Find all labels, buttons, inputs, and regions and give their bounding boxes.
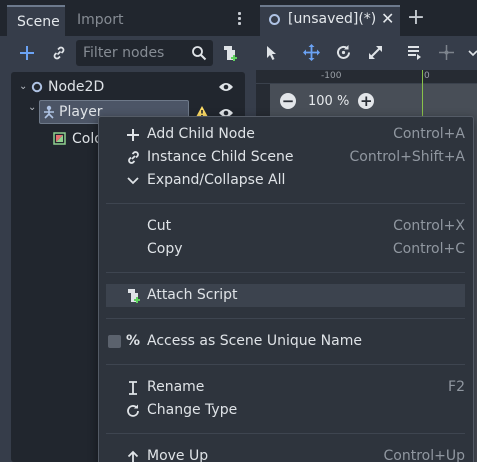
add-node-button[interactable] <box>14 40 40 66</box>
zoom-in-button[interactable]: + <box>358 93 375 109</box>
color-rect-icon <box>53 132 66 145</box>
close-icon[interactable]: ✕ <box>381 9 394 28</box>
menu-item-label: Cut <box>147 218 172 234</box>
menu-item-shortcut: Control+Shift+A <box>349 149 465 165</box>
filter-nodes-input[interactable] <box>83 40 187 66</box>
zoom-control: − 100 % + <box>280 90 375 112</box>
search-icon <box>192 46 207 61</box>
menu-item-add-child-node[interactable]: Add Child Node Control+A <box>106 123 465 146</box>
menu-item-label: Access as Scene Unique Name <box>147 333 362 349</box>
chevron-down-icon[interactable]: ⌄ <box>19 75 27 99</box>
menu-item-rename[interactable]: Rename F2 <box>106 376 465 399</box>
menu-item-expand-collapse-all[interactable]: Expand/Collapse All <box>106 169 465 192</box>
zoom-level[interactable]: 100 % <box>308 94 349 109</box>
tree-item-node2d[interactable]: ⌄ Node2D <box>11 75 245 99</box>
menu-item-copy[interactable]: Copy Control+C <box>106 238 465 261</box>
menu-item-label: Attach Script <box>147 287 238 303</box>
horizontal-ruler: -100 0 <box>256 70 477 84</box>
instance-scene-button[interactable] <box>46 40 72 66</box>
dock-tab-bar: Scene Import <box>0 0 256 36</box>
viewport-toolbar <box>256 36 477 70</box>
menu-item-label: Copy <box>147 241 183 257</box>
menu-item-change-type[interactable]: Change Type <box>106 399 465 422</box>
plus-icon <box>20 46 34 60</box>
arrow-up-icon <box>125 445 141 462</box>
link-icon <box>53 46 65 60</box>
unique-name-checkbox[interactable] <box>108 335 121 348</box>
ruler-tick-label: 0 <box>424 71 430 81</box>
tree-item-label: Player <box>59 104 103 120</box>
menu-item-label: Instance Child Scene <box>147 149 294 165</box>
select-cursor-icon[interactable] <box>265 45 279 61</box>
menu-item-cut[interactable]: Cut Control+X <box>106 215 465 238</box>
menu-item-shortcut: F2 <box>448 379 465 395</box>
node2d-icon <box>269 14 280 25</box>
menu-item-move-up[interactable]: Move Up Control+Up <box>106 445 465 462</box>
menu-separator <box>106 433 465 434</box>
plus-icon <box>125 123 141 146</box>
menu-item-shortcut: Control+Up <box>383 448 465 462</box>
percent-icon: % <box>125 333 141 349</box>
editor-tab-bar: [unsaved](*) ✕ + <box>256 0 477 36</box>
menu-item-label: Add Child Node <box>147 126 255 142</box>
dock-menu-icon[interactable] <box>233 10 245 30</box>
character-body-icon <box>44 105 54 119</box>
menu-item-shortcut: Control+A <box>393 126 465 142</box>
scene-tab-label: [unsaved](*) <box>288 11 377 27</box>
attach-script-button[interactable] <box>219 40 241 66</box>
menu-item-shortcut: Control+C <box>392 241 465 257</box>
zoom-out-button[interactable]: − <box>280 93 296 109</box>
menu-item-label: Expand/Collapse All <box>147 172 286 188</box>
rotate-icon <box>125 399 141 422</box>
list-select-icon[interactable] <box>406 44 423 61</box>
chevron-down-icon[interactable]: ⌄ <box>28 102 36 113</box>
menu-item-instance-child-scene[interactable]: Instance Child Scene Control+Shift+A <box>106 146 465 169</box>
tab-scene[interactable]: Scene <box>7 5 65 36</box>
link-icon <box>125 146 141 169</box>
menu-item-label: Move Up <box>147 448 209 462</box>
menu-separator <box>106 272 465 273</box>
menu-item-label: Change Type <box>147 402 238 418</box>
script-add-icon <box>224 46 237 61</box>
menu-separator <box>106 203 465 204</box>
text-cursor-icon <box>125 376 141 399</box>
chevron-down-icon[interactable] <box>468 50 477 58</box>
menu-separator <box>106 364 465 365</box>
new-scene-tab-button[interactable]: + <box>404 5 428 31</box>
filter-nodes-field[interactable] <box>76 40 213 66</box>
rotate-icon[interactable] <box>335 44 352 61</box>
pivot-icon[interactable] <box>438 44 455 61</box>
tree-item-label: Node2D <box>48 79 105 95</box>
menu-item-shortcut: Control+X <box>393 218 465 234</box>
visibility-eye-icon[interactable] <box>218 81 234 93</box>
ruler-tick-label: -100 <box>321 71 342 81</box>
menu-item-attach-script[interactable]: Attach Script <box>106 284 465 307</box>
move-icon[interactable] <box>303 44 320 61</box>
menu-item-access-as-unique-name[interactable]: % Access as Scene Unique Name <box>106 330 465 353</box>
scale-icon[interactable] <box>367 44 384 61</box>
node2d-icon <box>31 81 43 93</box>
tab-import[interactable]: Import <box>68 5 138 36</box>
node-context-menu: Add Child Node Control+A Instance Child … <box>98 116 474 462</box>
chevron-down-icon <box>125 169 141 192</box>
script-add-icon <box>125 284 141 307</box>
menu-separator <box>106 318 465 319</box>
tab-unsaved-scene[interactable]: [unsaved](*) ✕ <box>260 5 400 36</box>
menu-item-label: Rename <box>147 379 205 395</box>
